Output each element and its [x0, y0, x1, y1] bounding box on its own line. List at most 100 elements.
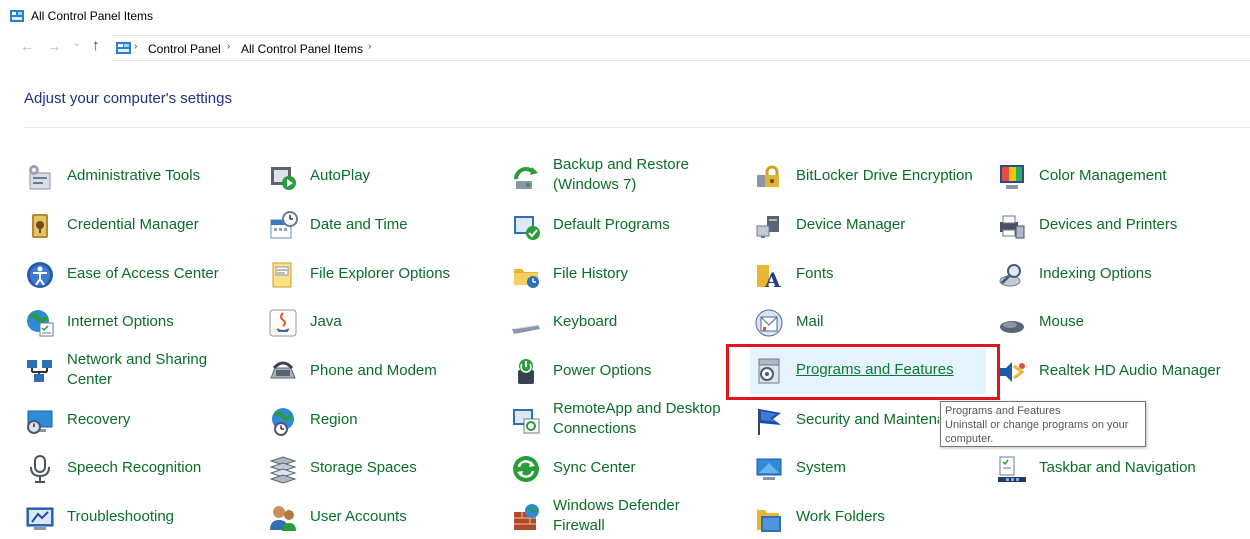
item-internet-options[interactable]: Internet Options	[24, 300, 254, 344]
item-network-sharing[interactable]: Network and Sharing Center	[24, 349, 254, 393]
item-label[interactable]: Security and Maintenance	[796, 410, 939, 430]
back-arrow-icon[interactable]: ←	[20, 38, 34, 54]
item-indexing-options[interactable]: Indexing Options	[996, 252, 1236, 296]
item-mail[interactable]: Mail	[753, 300, 985, 344]
item-label[interactable]: Troubleshooting	[67, 507, 174, 527]
item-ease-of-access[interactable]: Ease of Access Center	[24, 252, 254, 296]
item-devices-printers[interactable]: Devices and Printers	[996, 203, 1236, 247]
item-power-options[interactable]: Power Options	[510, 349, 740, 393]
breadcrumb-separator-icon[interactable]: ›	[368, 41, 371, 52]
item-label[interactable]: Realtek HD Audio Manager	[1039, 361, 1221, 381]
breadcrumb-separator-icon[interactable]: ›	[134, 41, 137, 52]
up-arrow-icon[interactable]: ↑	[92, 37, 100, 54]
item-label[interactable]: AutoPlay	[310, 166, 370, 186]
item-label[interactable]: Default Programs	[553, 215, 670, 235]
tooltip-description: Uninstall or change programs on your com…	[945, 419, 1129, 445]
item-fonts[interactable]: A Fonts	[753, 252, 985, 296]
item-label[interactable]: Speech Recognition	[67, 458, 201, 478]
item-default-programs[interactable]: Default Programs	[510, 203, 740, 247]
item-label[interactable]: Storage Spaces	[310, 458, 417, 478]
item-label[interactable]: System	[796, 458, 846, 478]
item-label[interactable]: Mouse	[1039, 312, 1084, 332]
breadcrumb-separator-icon[interactable]: ›	[227, 41, 230, 52]
item-label[interactable]: Ease of Access Center	[67, 264, 219, 284]
item-autoplay[interactable]: AutoPlay	[267, 154, 497, 198]
item-remoteapp[interactable]: RemoteApp and Desktop Connections	[510, 398, 740, 442]
item-label[interactable]: Network and Sharing Center	[67, 350, 245, 390]
item-administrative-tools[interactable]: Administrative Tools	[24, 154, 254, 198]
control-panel-icon	[116, 42, 131, 54]
item-speech-recognition[interactable]: Speech Recognition	[24, 446, 254, 490]
item-label[interactable]: Recovery	[67, 410, 130, 430]
breadcrumb-control-panel[interactable]: Control Panel	[148, 42, 221, 56]
tooltip: Programs and Features Uninstall or chang…	[940, 401, 1146, 447]
item-label[interactable]: File History	[553, 264, 628, 284]
tooltip-title: Programs and Features	[945, 405, 1061, 417]
item-sync-center[interactable]: Sync Center	[510, 446, 740, 490]
item-color-management[interactable]: Color Management	[996, 154, 1236, 198]
sync-center-icon	[510, 453, 542, 485]
item-region[interactable]: Region	[267, 398, 497, 442]
item-java[interactable]: Java	[267, 300, 497, 344]
forward-arrow-icon[interactable]: →	[47, 38, 61, 54]
item-label[interactable]: Keyboard	[553, 312, 617, 332]
item-label[interactable]: Indexing Options	[1039, 264, 1152, 284]
item-label[interactable]: Windows Defender Firewall	[553, 496, 731, 536]
item-keyboard[interactable]: Keyboard	[510, 300, 740, 344]
item-device-manager[interactable]: Device Manager	[753, 203, 985, 247]
item-label[interactable]: Date and Time	[310, 215, 408, 235]
item-label[interactable]: Java	[310, 312, 342, 332]
item-storage-spaces[interactable]: Storage Spaces	[267, 446, 497, 490]
item-label[interactable]: Color Management	[1039, 166, 1167, 186]
item-label[interactable]: RemoteApp and Desktop Connections	[553, 399, 731, 439]
region-icon	[267, 405, 299, 437]
item-phone-modem[interactable]: Phone and Modem	[267, 349, 497, 393]
item-label[interactable]: Taskbar and Navigation	[1039, 458, 1196, 478]
item-file-explorer-options[interactable]: File Explorer Options	[267, 252, 497, 296]
item-label[interactable]: Region	[310, 410, 358, 430]
item-file-history[interactable]: File History	[510, 252, 740, 296]
item-work-folders[interactable]: Work Folders	[753, 495, 985, 539]
item-label[interactable]: Internet Options	[67, 312, 174, 332]
item-label[interactable]: Sync Center	[553, 458, 636, 478]
item-label[interactable]: Phone and Modem	[310, 361, 437, 381]
item-label[interactable]: Credential Manager	[67, 215, 199, 235]
phone-modem-icon	[267, 356, 299, 388]
item-label[interactable]: Work Folders	[796, 507, 885, 527]
recent-locations-chevron-icon[interactable]: ⌄	[72, 36, 81, 49]
user-accounts-icon	[267, 502, 299, 534]
internet-options-icon	[24, 307, 56, 339]
item-label[interactable]: Power Options	[553, 361, 651, 381]
speech-recognition-icon	[24, 453, 56, 485]
firewall-icon	[510, 502, 542, 534]
item-label[interactable]: Administrative Tools	[67, 166, 200, 186]
troubleshooting-icon	[24, 502, 56, 534]
backup-restore-icon	[510, 161, 542, 193]
annotation-highlight-box	[726, 344, 1000, 400]
item-credential-manager[interactable]: Credential Manager	[24, 203, 254, 247]
item-label[interactable]: Fonts	[796, 264, 834, 284]
item-bitlocker[interactable]: BitLocker Drive Encryption	[753, 154, 985, 198]
item-label[interactable]: Device Manager	[796, 215, 905, 235]
item-label[interactable]: Devices and Printers	[1039, 215, 1177, 235]
item-user-accounts[interactable]: User Accounts	[267, 495, 497, 539]
item-realtek-audio[interactable]: Realtek HD Audio Manager	[996, 349, 1236, 393]
item-label[interactable]: User Accounts	[310, 507, 407, 527]
item-firewall[interactable]: Windows Defender Firewall	[510, 495, 740, 539]
item-mouse[interactable]: Mouse	[996, 300, 1236, 344]
item-troubleshooting[interactable]: Troubleshooting	[24, 495, 254, 539]
file-explorer-options-icon	[267, 259, 299, 291]
item-label[interactable]: File Explorer Options	[310, 264, 450, 284]
item-label[interactable]: Mail	[796, 312, 824, 332]
item-backup-restore[interactable]: Backup and Restore (Windows 7)	[510, 154, 740, 198]
item-label[interactable]: BitLocker Drive Encryption	[796, 166, 973, 186]
color-management-icon	[996, 161, 1028, 193]
item-taskbar-navigation[interactable]: Taskbar and Navigation	[996, 446, 1236, 490]
item-label[interactable]: Backup and Restore (Windows 7)	[553, 155, 731, 195]
item-recovery[interactable]: Recovery	[24, 398, 254, 442]
breadcrumb-all-items[interactable]: All Control Panel Items	[241, 42, 363, 56]
date-time-icon	[267, 210, 299, 242]
address-bar[interactable]: › Control Panel › All Control Panel Item…	[112, 35, 1250, 61]
item-date-time[interactable]: Date and Time	[267, 203, 497, 247]
item-system[interactable]: System	[753, 446, 985, 490]
